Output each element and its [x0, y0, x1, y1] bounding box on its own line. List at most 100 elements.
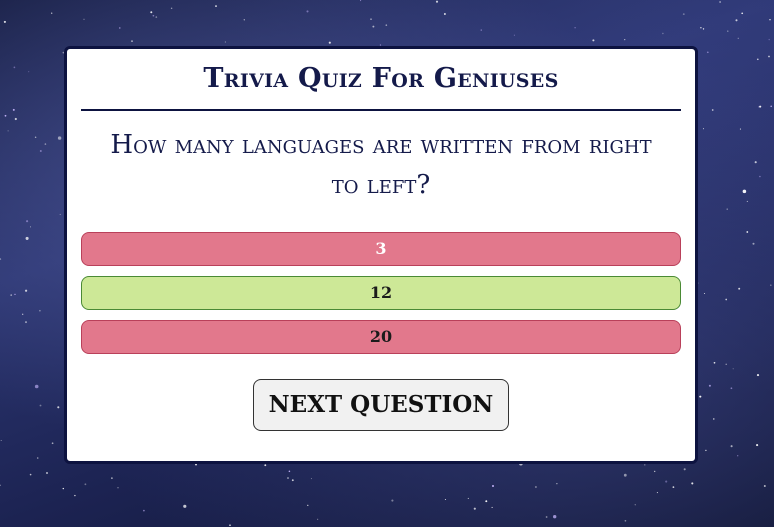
star — [34, 136, 37, 138]
star — [759, 105, 762, 108]
star — [183, 504, 187, 508]
star — [534, 485, 537, 489]
star — [738, 287, 741, 290]
answer-button-2[interactable]: 12 — [81, 276, 681, 310]
star — [29, 473, 32, 476]
star — [662, 32, 664, 35]
star — [752, 242, 755, 245]
star — [756, 374, 760, 377]
star — [370, 18, 372, 20]
star — [624, 519, 627, 522]
star — [57, 406, 60, 409]
star — [59, 213, 61, 215]
star — [768, 38, 770, 41]
star — [711, 109, 714, 111]
star — [513, 34, 515, 36]
star — [553, 515, 557, 519]
star — [702, 28, 705, 30]
star — [435, 0, 439, 3]
star — [10, 294, 13, 296]
star — [119, 27, 121, 29]
star — [287, 477, 289, 479]
star — [763, 485, 766, 487]
star — [328, 41, 331, 44]
star — [264, 464, 267, 467]
star — [545, 516, 548, 518]
star — [672, 486, 675, 488]
star — [36, 457, 39, 459]
star — [756, 444, 759, 447]
star — [754, 161, 757, 164]
star — [735, 19, 738, 22]
star — [22, 313, 24, 315]
star — [25, 236, 29, 240]
star — [229, 524, 231, 527]
star — [737, 37, 739, 39]
star — [39, 404, 42, 407]
star — [224, 41, 227, 43]
star — [310, 478, 312, 480]
star — [656, 492, 658, 494]
star — [713, 418, 715, 420]
star — [727, 30, 729, 32]
star — [39, 150, 42, 152]
star — [83, 18, 85, 20]
star — [769, 19, 771, 21]
star — [730, 445, 733, 448]
star — [730, 387, 733, 390]
star — [51, 442, 54, 445]
star — [702, 128, 705, 130]
star — [3, 20, 6, 23]
star — [391, 499, 394, 502]
answer-button-3[interactable]: 20 — [81, 320, 681, 354]
star — [4, 114, 7, 117]
star — [682, 13, 685, 16]
star — [756, 58, 759, 61]
star — [25, 321, 27, 324]
star — [317, 518, 319, 520]
star — [624, 38, 626, 41]
star — [143, 509, 145, 512]
star — [708, 384, 711, 387]
star — [14, 117, 17, 121]
star — [7, 130, 9, 132]
star — [768, 55, 770, 58]
star — [0, 258, 2, 261]
star — [623, 473, 627, 477]
star — [385, 24, 388, 26]
star — [741, 12, 744, 15]
star — [644, 464, 646, 466]
star — [574, 26, 576, 29]
star — [737, 455, 739, 457]
star — [372, 25, 375, 28]
star — [480, 29, 482, 31]
star — [0, 439, 2, 442]
star — [46, 472, 48, 474]
star — [726, 208, 728, 210]
star — [74, 494, 76, 497]
star — [307, 504, 309, 506]
star — [44, 143, 47, 145]
star — [14, 293, 16, 296]
star — [713, 361, 716, 364]
star — [62, 487, 64, 490]
star — [155, 16, 158, 18]
star — [288, 470, 291, 473]
star — [291, 479, 294, 482]
star — [491, 484, 495, 488]
star — [719, 1, 721, 3]
star — [654, 470, 656, 473]
star — [592, 39, 595, 42]
star — [306, 10, 309, 13]
star — [444, 498, 446, 501]
answer-button-1[interactable]: 3 — [81, 232, 681, 266]
star — [725, 298, 728, 301]
star — [705, 449, 707, 452]
star — [725, 363, 727, 366]
star — [215, 5, 217, 8]
next-question-button[interactable]: NEXT QUESTION — [253, 379, 509, 431]
star — [759, 175, 761, 178]
star — [150, 11, 153, 14]
star — [770, 105, 772, 108]
star — [30, 226, 31, 228]
